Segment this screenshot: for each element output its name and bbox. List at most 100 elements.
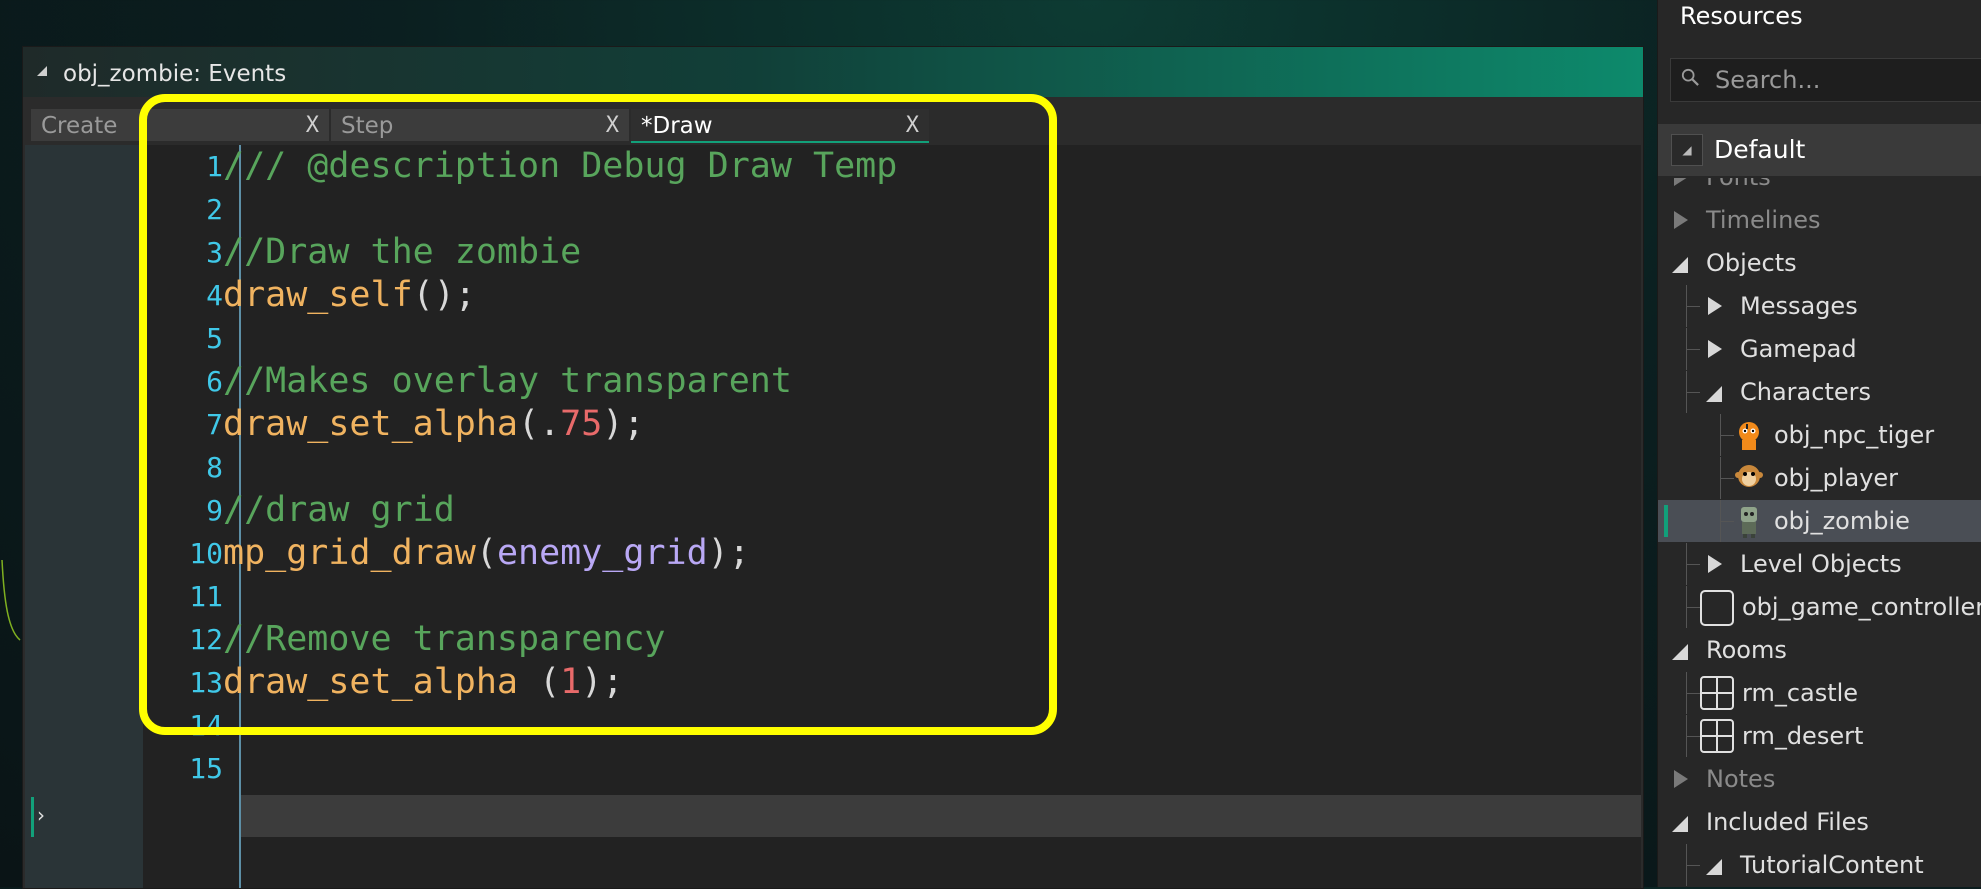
tree-item-label: Gamepad xyxy=(1740,335,1857,363)
tab-draw[interactable]: *Draw X xyxy=(631,109,929,143)
expanded-triangle-icon[interactable] xyxy=(1706,386,1722,402)
code-token: (); xyxy=(412,275,476,315)
tree-item[interactable]: Timelines xyxy=(1658,199,1981,241)
collapsed-triangle-icon[interactable] xyxy=(1674,770,1688,788)
search-icon xyxy=(1681,68,1699,86)
tree-item-label: Fonts xyxy=(1706,178,1771,198)
collapsed-triangle-icon[interactable] xyxy=(1708,340,1722,358)
line-number: 5 xyxy=(206,322,223,355)
code-line[interactable]: /// @description Debug Draw Temp xyxy=(223,145,897,188)
zombie-sprite-icon[interactable] xyxy=(1732,504,1766,538)
collapsed-triangle-icon[interactable] xyxy=(1674,211,1688,229)
room-icon[interactable] xyxy=(1700,719,1734,753)
code-token: ); xyxy=(581,662,624,702)
tree-item[interactable]: Included Files xyxy=(1658,801,1981,843)
tree-item[interactable]: Characters xyxy=(1658,371,1981,413)
expanded-triangle-icon[interactable] xyxy=(1706,859,1722,875)
code-line[interactable]: draw_set_alpha(.75); xyxy=(223,403,644,446)
breakpoint-gutter[interactable] xyxy=(25,145,143,888)
tree-item[interactable]: obj_npc_tiger xyxy=(1658,414,1981,456)
tree-item[interactable]: Messages xyxy=(1658,285,1981,327)
line-number: 12 xyxy=(189,623,223,656)
tree-guide xyxy=(1686,607,1700,608)
code-line[interactable]: draw_set_alpha (1); xyxy=(223,661,623,704)
group-selector[interactable]: ◢ Default xyxy=(1658,124,1981,176)
tree-item[interactable]: Fonts xyxy=(1658,178,1981,198)
code-token: draw_set_alpha xyxy=(223,404,519,444)
tree-item[interactable]: rm_castle xyxy=(1658,672,1981,714)
line-number: 1 xyxy=(206,150,223,183)
tree-item-label: obj_game_controller xyxy=(1742,593,1981,621)
code-token: //Remove transparency xyxy=(223,619,666,659)
line-number: 9 xyxy=(206,494,223,527)
code-editor[interactable]: › 1 2 3 4 5 6 7 8 9 10 11 12 13 14 15 /// @description… xyxy=(25,145,1641,888)
tree-item[interactable]: Rooms xyxy=(1658,629,1981,671)
tree-item-label: obj_zombie xyxy=(1774,507,1910,535)
tab-label: *Draw xyxy=(641,113,713,139)
close-icon[interactable]: X xyxy=(606,109,619,143)
tree-item-label: Level Objects xyxy=(1740,550,1902,578)
line-number: 11 xyxy=(189,580,223,613)
collapsed-triangle-icon[interactable] xyxy=(1708,555,1722,573)
close-icon[interactable]: X xyxy=(306,109,319,143)
tree-item-label: Included Files xyxy=(1706,808,1869,836)
tree-guide xyxy=(1686,349,1700,350)
collapsed-triangle-icon[interactable] xyxy=(1674,178,1688,186)
room-icon[interactable] xyxy=(1700,676,1734,710)
events-window: obj_zombie: Events Create X Step X *Draw… xyxy=(22,46,1644,889)
line-number: 7 xyxy=(206,408,223,441)
close-icon[interactable]: X xyxy=(906,109,919,143)
code-token: ( xyxy=(475,533,497,573)
collapse-icon[interactable] xyxy=(37,66,47,76)
code-token: ); xyxy=(707,533,750,573)
object-icon[interactable] xyxy=(1700,590,1734,626)
code-line[interactable]: //Draw the zombie xyxy=(223,231,581,274)
collapsed-triangle-icon[interactable] xyxy=(1708,297,1722,315)
resources-header: Resources xyxy=(1680,2,1803,30)
tab-step[interactable]: Step X xyxy=(331,109,629,143)
tree-item[interactable]: Notes xyxy=(1658,758,1981,800)
code-token: enemy_grid xyxy=(496,533,708,573)
resource-search-input[interactable]: Search... xyxy=(1670,58,1981,102)
code-line[interactable]: //draw grid xyxy=(223,489,455,532)
tiger-sprite-icon[interactable] xyxy=(1732,418,1766,452)
tree-item[interactable]: Objects xyxy=(1658,242,1981,284)
code-token: (. xyxy=(518,404,561,444)
tree-guide xyxy=(1686,865,1700,866)
events-titlebar[interactable]: obj_zombie: Events xyxy=(23,47,1643,97)
tree-item[interactable]: obj_game_controller xyxy=(1658,586,1981,628)
window-title: obj_zombie: Events xyxy=(63,61,287,87)
tree-item[interactable]: obj_zombie xyxy=(1658,500,1981,542)
tree-item[interactable]: TutorialContent xyxy=(1658,844,1981,886)
tree-item-label: Rooms xyxy=(1706,636,1787,664)
tree-guide xyxy=(1686,392,1700,393)
expanded-triangle-icon[interactable] xyxy=(1672,644,1688,660)
group-icon: ◢ xyxy=(1671,134,1703,166)
search-placeholder: Search... xyxy=(1715,66,1821,94)
tab-create[interactable]: Create X xyxy=(31,109,329,143)
code-line[interactable]: draw_self(); xyxy=(223,274,476,317)
line-number: 4 xyxy=(206,279,223,312)
tab-label: Step xyxy=(341,113,394,139)
tree-item[interactable]: Level Objects xyxy=(1658,543,1981,585)
event-tabs: Create X Step X *Draw X xyxy=(23,103,1643,143)
code-line[interactable]: //Makes overlay transparent xyxy=(223,360,792,403)
tab-label: Create xyxy=(41,113,118,139)
code-token: ( xyxy=(518,662,561,702)
resources-panel: Resources Search... ◢ Default Fonts Timel… xyxy=(1657,0,1981,887)
player-sprite-icon[interactable] xyxy=(1732,461,1766,495)
code-token: //Draw the zombie xyxy=(223,232,582,272)
tree-guide xyxy=(1686,693,1700,694)
tree-item-label: Characters xyxy=(1740,378,1871,406)
expanded-triangle-icon[interactable] xyxy=(1672,816,1688,832)
tree-item-label: Notes xyxy=(1706,765,1776,793)
tree-item[interactable]: Gamepad xyxy=(1658,328,1981,370)
code-line[interactable]: //Remove transparency xyxy=(223,618,666,661)
tree-item[interactable]: obj_player xyxy=(1658,457,1981,499)
chevron-right-icon: › xyxy=(37,803,45,827)
tree-item[interactable]: rm_desert xyxy=(1658,715,1981,757)
code-line[interactable]: mp_grid_draw(enemy_grid); xyxy=(223,532,750,575)
line-number: 6 xyxy=(206,365,223,398)
line-number: 10 xyxy=(189,537,223,570)
expanded-triangle-icon[interactable] xyxy=(1672,257,1688,273)
